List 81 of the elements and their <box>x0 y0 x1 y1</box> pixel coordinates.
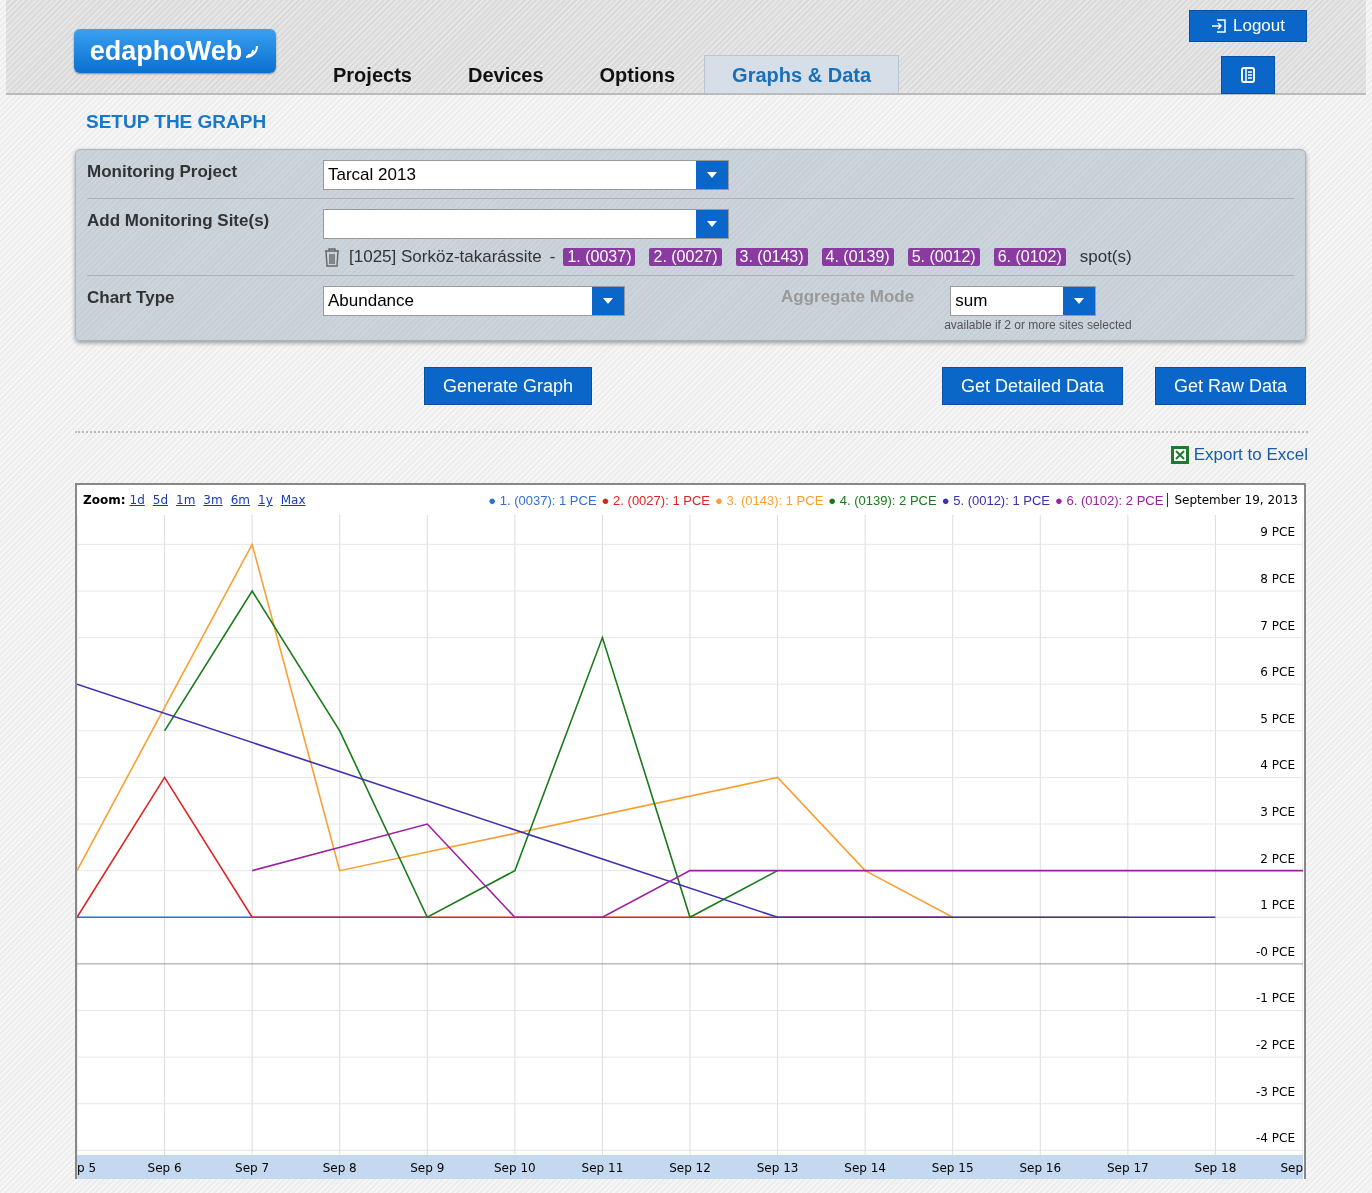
axis-label: 6 PCE <box>1260 665 1295 680</box>
axis-label: Sep 15 <box>931 1161 974 1175</box>
axis-label: 5 PCE <box>1260 711 1295 726</box>
spot-tag[interactable]: 5. (0012) <box>907 248 980 266</box>
axis-label: Sep <box>1280 1161 1303 1175</box>
axis-label: 9 PCE <box>1260 525 1295 540</box>
axis-label: -1 PCE <box>1256 991 1295 1006</box>
zoom-link[interactable]: 6m <box>230 493 250 507</box>
field-label: Aggregate Mode <box>781 287 915 308</box>
axis-label: 7 PCE <box>1260 618 1295 633</box>
axis-label: p 5 <box>77 1161 97 1175</box>
legend-item: ● 2. (0027): 1 PCE <box>601 492 710 508</box>
zoom-link[interactable]: 1y <box>258 493 273 507</box>
select-field[interactable] <box>323 209 729 239</box>
zoom-link[interactable]: Max <box>280 493 306 507</box>
site-name: [1025] Sorköz-takarássite <box>349 247 542 267</box>
axis-label: -2 PCE <box>1256 1038 1295 1053</box>
axis-label: -0 PCE <box>1256 944 1295 959</box>
zoom-label: Zoom: <box>83 493 126 507</box>
select-field[interactable]: Tarcal 2013 <box>323 160 729 190</box>
logo[interactable]: edaphoWeb <box>74 29 276 73</box>
zoom-link[interactable]: 5d <box>152 493 169 507</box>
detailed-data-button[interactable]: Get Detailed Data <box>941 367 1123 405</box>
sidebar-button[interactable] <box>1221 56 1275 94</box>
axis-label: 3 PCE <box>1260 805 1295 820</box>
nav-tab[interactable]: Projects <box>306 56 439 93</box>
dropdown-arrow-icon <box>1073 297 1086 305</box>
field-label: Monitoring Project <box>87 161 239 183</box>
field-label: Add Monitoring Site(s) <box>87 210 271 232</box>
dropdown-arrow-icon <box>706 171 718 179</box>
dropdown-arrow-icon <box>706 220 718 228</box>
zoom-link[interactable]: 1m <box>176 493 196 507</box>
nav-tab[interactable]: Devices <box>440 56 571 93</box>
spreadsheet-icon <box>1169 445 1190 465</box>
axis-label: Sep 7 <box>235 1161 270 1175</box>
nav-tab[interactable]: Graphs & Data <box>704 55 900 93</box>
legend-item: ● 6. (0102): 2 PCE <box>1055 492 1164 508</box>
axis-label: -3 PCE <box>1256 1084 1295 1099</box>
axis-label: -4 PCE <box>1256 1131 1295 1146</box>
select-field[interactable]: Abundance <box>323 286 625 316</box>
axis-label: 4 PCE <box>1260 758 1295 773</box>
spot-suffix: spot(s) <box>1079 247 1132 267</box>
axis-label: 8 PCE <box>1260 572 1295 586</box>
date-label: September 19, 2013 <box>1167 493 1298 507</box>
legend-item: ● 3. (0143): 1 PCE <box>714 492 824 508</box>
raw-data-button[interactable]: Get Raw Data <box>1154 367 1306 405</box>
logout-button[interactable]: Logout <box>1189 10 1307 42</box>
zoom-link[interactable]: 1d <box>129 493 145 507</box>
spot-tag[interactable]: 2. (0027) <box>649 248 722 266</box>
axis-label: Sep 17 <box>1107 1161 1149 1175</box>
axis-label: Sep 14 <box>844 1161 886 1175</box>
legend-item: ● 4. (0139): 2 PCE <box>828 492 937 508</box>
section-title: SETUP THE GRAPH <box>86 111 268 133</box>
axis-label: Sep 10 <box>494 1161 536 1175</box>
legend-item: ● 1. (0037): 1 PCE <box>488 492 597 508</box>
legend-item: ● 5. (0012): 1 PCE <box>941 492 1051 508</box>
generate-graph-button[interactable]: Generate Graph <box>424 367 593 405</box>
zoom-link[interactable]: 3m <box>203 493 223 507</box>
trash-icon[interactable] <box>323 247 341 267</box>
spot-tag[interactable]: 1. (0037) <box>563 248 636 266</box>
panel-icon <box>1241 67 1255 83</box>
axis-label: 2 PCE <box>1260 851 1295 866</box>
spot-tag[interactable]: 6. (0102) <box>993 248 1066 266</box>
axis-label: Sep 8 <box>322 1161 357 1175</box>
axis-label: Sep 13 <box>756 1161 799 1175</box>
separator: - <box>549 247 556 267</box>
spot-tag[interactable]: 4. (0139) <box>821 248 894 266</box>
axis-label: Sep 11 <box>581 1161 624 1175</box>
axis-label: 1 PCE <box>1260 898 1295 913</box>
export-link[interactable]: Export to Excel <box>1193 445 1308 465</box>
axis-label: Sep 9 <box>410 1161 445 1175</box>
axis-label: Sep 16 <box>1019 1161 1062 1175</box>
dropdown-arrow-icon <box>602 297 614 305</box>
field-label: Chart Type <box>87 287 176 309</box>
logout-icon <box>1211 19 1227 33</box>
hint-text: available if 2 or more sites selected <box>944 318 1132 332</box>
axis-label: Sep 6 <box>147 1161 182 1175</box>
nav-tab[interactable]: Options <box>572 56 703 93</box>
axis-label: Sep 18 <box>1194 1161 1237 1175</box>
axis-label: Sep 12 <box>669 1161 711 1175</box>
spot-tag[interactable]: 3. (0143) <box>735 248 808 266</box>
